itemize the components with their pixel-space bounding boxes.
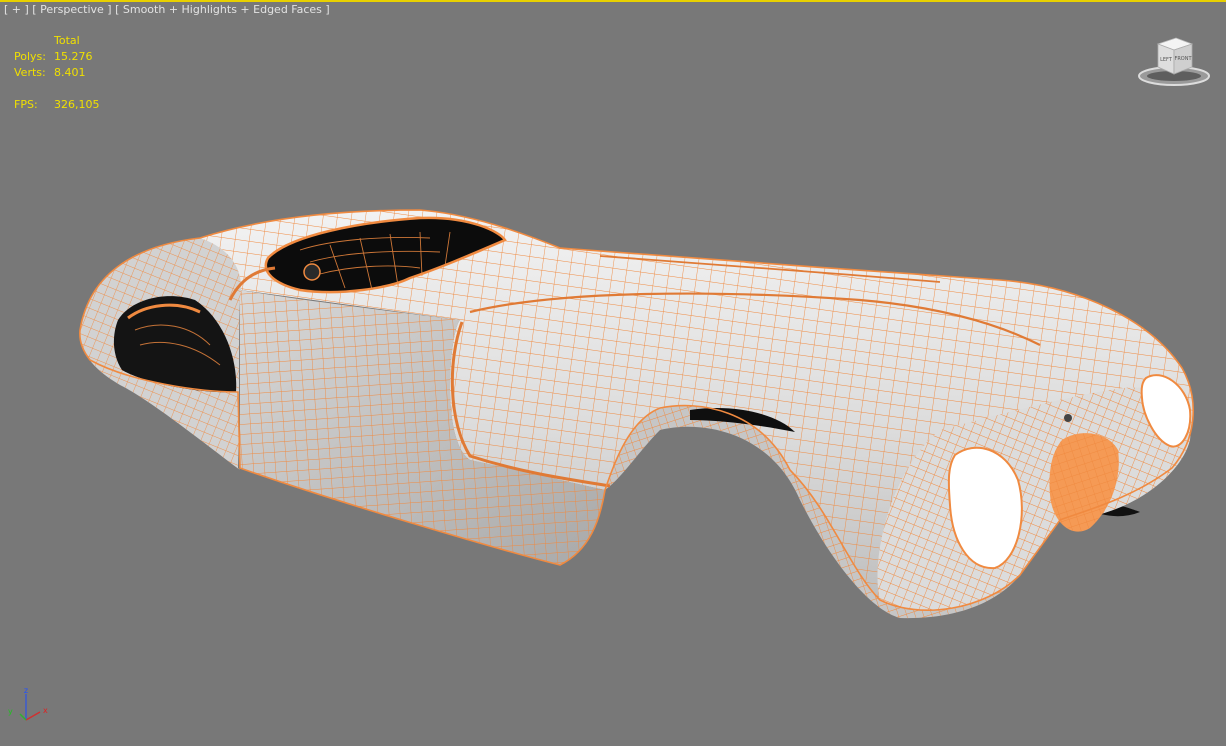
- axis-y-label: y: [8, 707, 13, 716]
- viewcube-navigator[interactable]: LEFT FRONT: [1136, 34, 1212, 90]
- axis-z-label: z: [24, 686, 28, 695]
- viewcube-front-label: FRONT: [1174, 56, 1192, 62]
- car-body-model[interactable]: [0, 0, 1226, 746]
- axis-x-label: x: [43, 706, 48, 715]
- viewcube-left-label: LEFT: [1160, 57, 1173, 63]
- perspective-viewport[interactable]: [ + ] [ Perspective ] [ Smooth + Highlig…: [0, 0, 1226, 746]
- axis-tripod-icon: z x y: [8, 686, 48, 721]
